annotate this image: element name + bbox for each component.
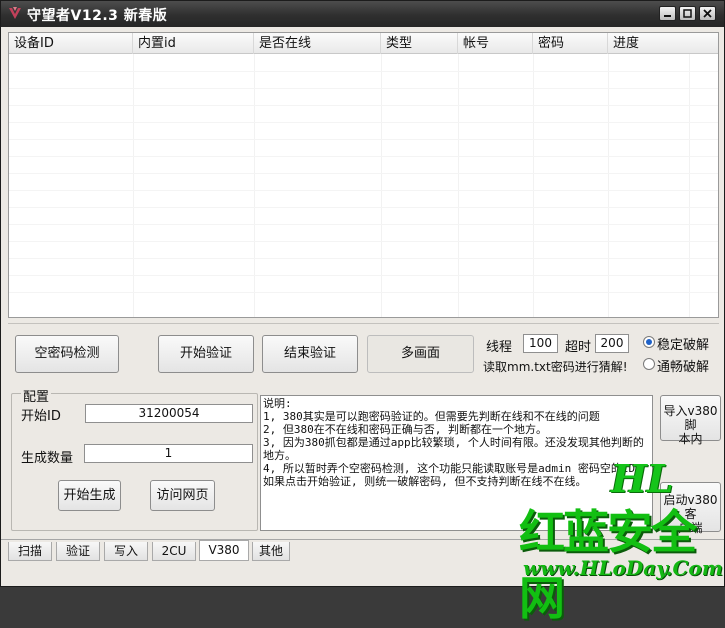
title-bar[interactable]: 守望者V12.3 新春版 — [1, 1, 724, 27]
grid-line — [9, 173, 718, 174]
timeout-input[interactable]: 200 — [595, 334, 629, 353]
grid-line — [9, 241, 718, 242]
app-logo-icon — [9, 7, 21, 19]
tab-2cu[interactable]: 2CU — [152, 542, 196, 561]
mode-stable-label: 稳定破解 — [657, 338, 710, 353]
close-icon — [703, 9, 712, 18]
device-list-table[interactable]: 设备ID 内置id 是否在线 类型 帐号 密码 进度 — [8, 32, 719, 318]
threads-input[interactable]: 100 — [523, 334, 558, 353]
threads-label: 线程 — [486, 340, 513, 355]
grid-line — [9, 88, 718, 89]
generate-count-label: 生成数量 — [21, 451, 74, 466]
multi-screen-button[interactable]: 多画面 — [367, 335, 474, 373]
grid-line — [9, 156, 718, 157]
grid-line — [9, 258, 718, 259]
grid-line — [9, 190, 718, 191]
grid-line — [9, 122, 718, 123]
column-header-progress[interactable]: 进度 — [608, 33, 718, 54]
column-header-device-id[interactable]: 设备ID — [9, 33, 133, 54]
notes-line: 2, 但380在不在线和密码正确与否, 判断都在一个地方。 — [263, 423, 547, 436]
window-title: 守望者V12.3 新春版 — [27, 8, 168, 24]
grid-line — [608, 54, 609, 317]
maximize-icon — [683, 9, 692, 18]
mode-stable-radio[interactable] — [643, 336, 655, 348]
start-verify-button[interactable]: 开始验证 — [158, 335, 254, 373]
column-header-password[interactable]: 密码 — [533, 33, 608, 54]
grid-line — [458, 54, 459, 317]
grid-line — [9, 105, 718, 106]
end-verify-button[interactable]: 结束验证 — [262, 335, 358, 373]
visit-web-button[interactable]: 访问网页 — [150, 480, 215, 511]
import-script-label: 本内 — [678, 432, 703, 446]
start-generate-button[interactable]: 开始生成 — [58, 480, 121, 511]
column-header-online[interactable]: 是否在线 — [254, 33, 381, 54]
column-header-account[interactable]: 帐号 — [458, 33, 533, 54]
grid-line — [9, 207, 718, 208]
tab-v380[interactable]: V380 — [199, 540, 249, 561]
grid-line — [381, 54, 382, 317]
generate-count-input[interactable]: 1 — [84, 444, 253, 463]
timeout-label: 超时 — [565, 340, 592, 355]
start-id-label: 开始ID — [21, 409, 61, 424]
grid-line — [133, 54, 134, 317]
grid-line — [9, 224, 718, 225]
table-header: 设备ID 内置id 是否在线 类型 帐号 密码 进度 — [9, 33, 718, 54]
start-id-input[interactable]: 31200054 — [85, 404, 253, 423]
password-file-hint: 读取mm.txt密码进行猜解! — [483, 360, 628, 374]
divider — [8, 323, 719, 324]
site-watermark: HL 红蓝安全网 www.HLoDay.Com — [511, 456, 725, 625]
import-script-label: 导入v380脚 — [663, 404, 718, 432]
notes-line: 1, 380其实是可以跑密码验证的。但需要先判断在线和不在线的问题 — [263, 410, 600, 423]
grid-line — [254, 54, 255, 317]
grid-line — [9, 139, 718, 140]
grid-line — [689, 54, 690, 317]
empty-password-check-button[interactable]: 空密码检测 — [15, 335, 119, 373]
column-header-builtin-id[interactable]: 内置id — [133, 33, 254, 54]
maximize-button[interactable] — [679, 6, 696, 21]
grid-line — [9, 71, 718, 72]
import-script-button[interactable]: 导入v380脚 本内 — [660, 395, 721, 446]
main-window: 守望者V12.3 新春版 设备ID 内置id 是否在线 类型 帐号 密码 进度 — [0, 0, 725, 625]
mode-fast-radio[interactable] — [643, 358, 655, 370]
grid-line — [9, 292, 718, 293]
column-header-type[interactable]: 类型 — [381, 33, 458, 54]
tab-other[interactable]: 其他 — [252, 542, 290, 561]
minimize-button[interactable] — [659, 6, 676, 21]
crack-mode-group: 稳定破解 通畅破解 — [637, 331, 717, 377]
notes-line: 说明: — [263, 397, 292, 410]
close-button[interactable] — [699, 6, 716, 21]
tab-verify[interactable]: 验证 — [56, 542, 100, 561]
config-group-title: 配置 — [21, 386, 52, 405]
mode-fast-label: 通畅破解 — [657, 360, 710, 375]
minimize-icon — [664, 15, 671, 17]
tab-scan[interactable]: 扫描 — [8, 542, 52, 561]
grid-line — [9, 275, 718, 276]
mode-stable-option[interactable]: 稳定破解 — [637, 333, 717, 353]
tab-write[interactable]: 写入 — [104, 542, 148, 561]
grid-line — [533, 54, 534, 317]
watermark-logo: HL — [611, 456, 674, 501]
mode-fast-option[interactable]: 通畅破解 — [637, 355, 717, 375]
watermark-url: www.HLoDay.Com — [523, 556, 723, 580]
